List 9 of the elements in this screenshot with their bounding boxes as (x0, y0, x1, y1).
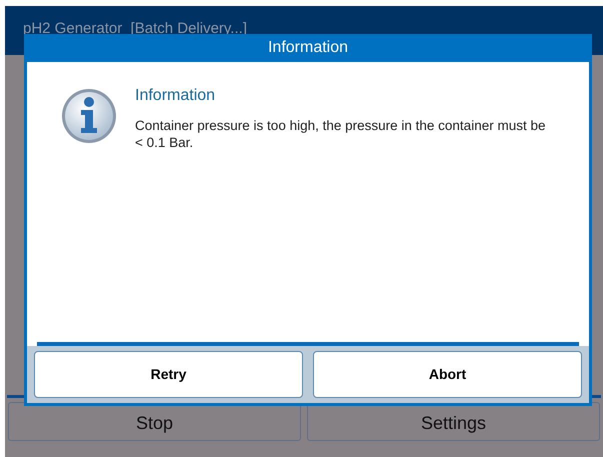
dialog-title: Information (268, 38, 348, 58)
info-icon (61, 88, 117, 144)
dialog-message: Container pressure is too high, the pressure in the container must be < 0.1 Bar. (135, 117, 546, 151)
app-title: pH2 Generator [Batch Delivery...] (23, 19, 247, 39)
dialog-button[interactable]: Retry (34, 351, 303, 398)
toolbar-button[interactable]: Stop (8, 402, 301, 441)
dialog-heading: Information (135, 86, 216, 106)
toolbar-button[interactable]: Settings (307, 402, 600, 441)
dialog-button[interactable]: Abort (313, 351, 582, 398)
